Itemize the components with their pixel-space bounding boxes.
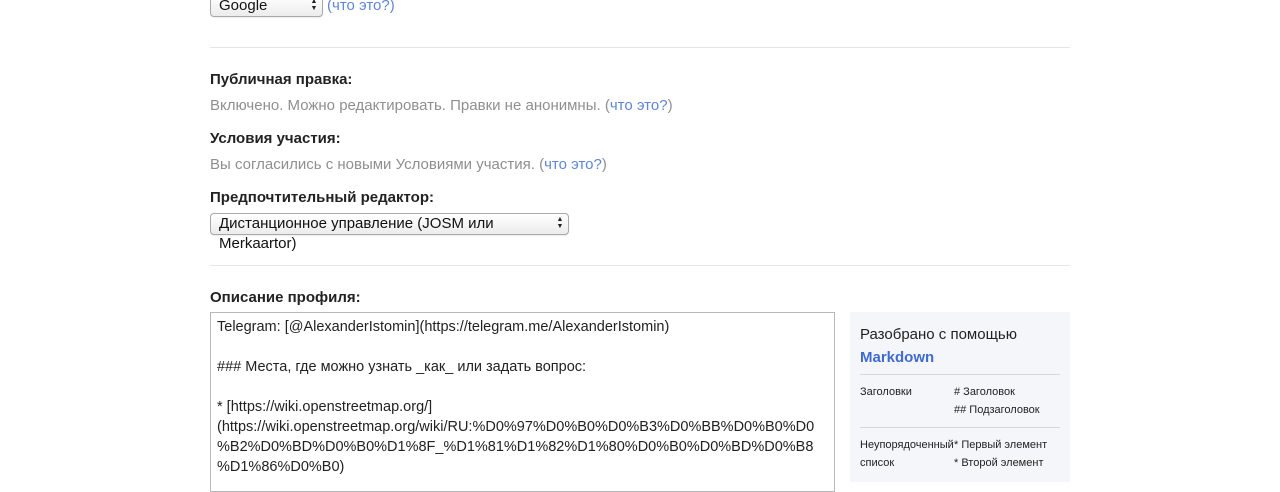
textarea-line <box>217 375 828 399</box>
select-arrows-icon: ▲ ▼ <box>556 216 564 230</box>
markdown-help-key: Заголовки <box>860 383 960 401</box>
markdown-help-row-headings: Заголовки # Заголовок ## Подзаголовок <box>860 375 1060 427</box>
search-provider-selected: Google <box>219 0 268 14</box>
public-editing-text: Включено. Можно редактировать. Правки не… <box>210 97 601 114</box>
markdown-help-example-line: # Заголовок <box>954 386 1015 398</box>
markdown-help-key-line: Неупорядоченный <box>860 439 954 451</box>
divider <box>210 265 1070 266</box>
textarea-line: ### Места, где можно узнать _как_ или за… <box>217 359 587 375</box>
textarea-line: (https://wiki.openstreetmap.org/wiki/RU:… <box>217 419 815 435</box>
markdown-help-key: Неупорядоченный список <box>860 436 960 472</box>
textarea-line <box>217 335 828 359</box>
textarea-line: %B2%D0%BD%D0%B0%D1%8F_%D1%81%D1%82%D1%80… <box>217 439 814 455</box>
markdown-help-example-line: * Второй элемент <box>954 457 1044 469</box>
markdown-help-panel: Разобрано с помощью Markdown Заголовки #… <box>850 312 1070 482</box>
profile-description-textarea[interactable]: Telegram: [@AlexanderIstomin](https://te… <box>210 312 835 492</box>
textarea-line: %D1%86%D0%B0) <box>217 459 345 475</box>
preferred-editor-label: Предпочтительный редактор: <box>210 189 434 206</box>
markdown-help-key-line: Заголовки <box>860 386 912 398</box>
public-editing-label: Публичная правка: <box>210 71 353 88</box>
terms-what-link[interactable]: что это? <box>544 156 602 173</box>
textarea-line: * [https://wiki.openstreetmap.org/] <box>217 399 433 415</box>
preferred-editor-selected: Дистанционное управление (JOSM или Merka… <box>219 215 494 252</box>
search-provider-select[interactable]: Google ▲ ▼ <box>210 0 323 17</box>
terms-text: Вы согласились с новыми Условиями участи… <box>210 156 535 173</box>
public-editing-status: Включено. Можно редактировать. Правки не… <box>210 97 673 114</box>
select-arrows-icon: ▲ ▼ <box>310 0 318 12</box>
markdown-help-key-line: список <box>860 457 895 469</box>
search-provider-what-link[interactable]: что это? <box>332 0 390 14</box>
markdown-help-example: # Заголовок ## Подзаголовок <box>954 383 1040 419</box>
terms-label: Условия участия: <box>210 130 341 147</box>
markdown-help-row-list: Неупорядоченный список * Первый элемент … <box>860 428 1060 480</box>
profile-description-label: Описание профиля: <box>210 289 361 306</box>
search-provider-what: (что это?) <box>327 0 395 14</box>
markdown-help-title: Разобрано с помощью <box>860 326 1017 343</box>
public-editing-what-link[interactable]: что это? <box>610 97 668 114</box>
textarea-line: Telegram: [@AlexanderIstomin](https://te… <box>217 319 670 335</box>
divider <box>210 47 1070 48</box>
markdown-help-example: * Первый элемент * Второй элемент <box>954 436 1047 472</box>
preferred-editor-select[interactable]: Дистанционное управление (JOSM или Merka… <box>210 213 569 252</box>
terms-status: Вы согласились с новыми Условиями участи… <box>210 156 607 173</box>
markdown-help-example-line: ## Подзаголовок <box>954 404 1040 416</box>
markdown-help-example-line: * Первый элемент <box>954 439 1048 451</box>
markdown-help-link[interactable]: Markdown <box>860 349 1060 366</box>
